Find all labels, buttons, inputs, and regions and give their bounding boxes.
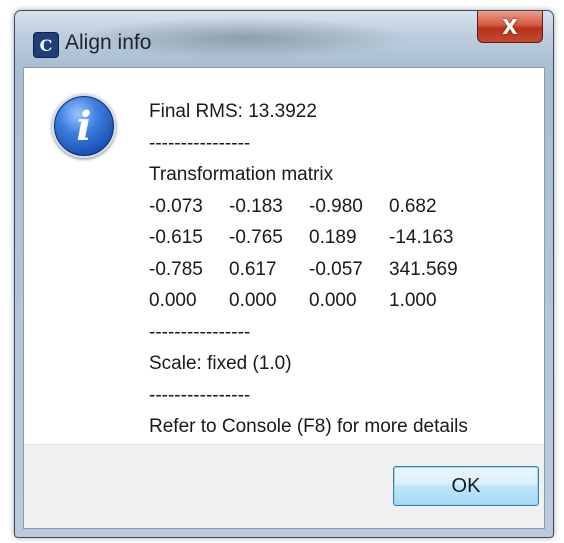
- matrix-cell: 341.569: [389, 258, 458, 280]
- matrix-cell: -0.785: [149, 258, 203, 280]
- align-info-dialog: C Align info X i Final RMS: 13.3922 ----…: [14, 10, 554, 538]
- matrix-cell: -0.073: [149, 195, 203, 217]
- matrix-cell: 0.000: [149, 290, 197, 311]
- separator-line: ----------------: [149, 384, 251, 406]
- scale-text: Scale: fixed (1.0): [149, 353, 292, 374]
- message-area: i Final RMS: 13.3922 ---------------- Tr…: [24, 68, 544, 445]
- matrix-cell: -0.765: [229, 227, 283, 248]
- window-title: Align info: [65, 31, 152, 54]
- message-text: Final RMS: 13.3922 ---------------- Tran…: [149, 96, 469, 443]
- separator-line: ----------------: [149, 132, 251, 154]
- matrix-cell: -0.980: [309, 195, 363, 217]
- matrix-cell: 0.617: [229, 258, 277, 280]
- cloudcompare-icon: C: [33, 32, 59, 58]
- matrix-cell: -0.183: [229, 195, 283, 217]
- matrix-cell: 1.000: [389, 290, 437, 311]
- close-icon: X: [502, 14, 518, 39]
- matrix-cell: -14.163: [389, 227, 454, 248]
- matrix-title: Transformation matrix: [149, 164, 334, 185]
- matrix-cell: -0.615: [149, 227, 203, 248]
- matrix-row: -0.615 -0.765 0.189 -14.163: [149, 222, 469, 254]
- matrix-cell: 0.189: [309, 227, 357, 248]
- separator-line: ----------------: [149, 321, 251, 343]
- matrix-cell: 0.000: [309, 290, 357, 311]
- matrix-cell: 0.682: [389, 195, 437, 217]
- ok-button[interactable]: OK: [393, 466, 539, 506]
- info-icon: i: [52, 94, 116, 158]
- final-rms-text: Final RMS: 13.3922: [149, 101, 317, 122]
- matrix-cell: -0.057: [309, 258, 363, 280]
- matrix-row: -0.785 0.617 -0.057 341.569: [149, 254, 469, 286]
- matrix-row: 0.000 0.000 0.000 1.000: [149, 285, 469, 317]
- matrix-cell: 0.000: [229, 290, 277, 311]
- close-button[interactable]: X: [477, 11, 543, 43]
- dialog-client-area: i Final RMS: 13.3922 ---------------- Tr…: [23, 67, 545, 529]
- title-bar[interactable]: C Align info X: [15, 11, 553, 67]
- console-hint-text: Refer to Console (F8) for more details: [149, 416, 468, 437]
- matrix-row: -0.073 -0.183 -0.980 0.682: [149, 191, 469, 223]
